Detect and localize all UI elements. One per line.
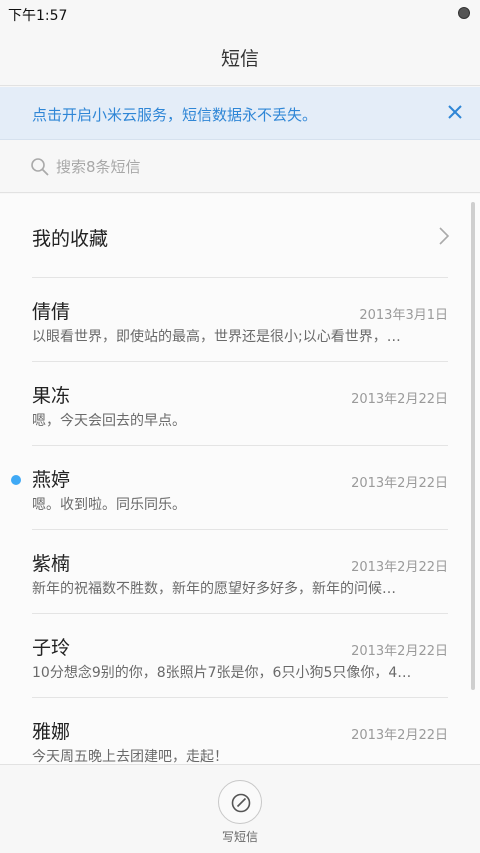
title-bar: 短信 bbox=[0, 26, 480, 86]
search-bar bbox=[0, 141, 480, 193]
chevron-right-icon bbox=[439, 227, 450, 245]
bottom-bar: 写短信 bbox=[0, 764, 480, 853]
search-icon bbox=[31, 158, 49, 176]
compose-button[interactable] bbox=[218, 780, 262, 824]
contact-name: 雅娜 bbox=[32, 721, 71, 743]
contact-name: 子玲 bbox=[32, 637, 71, 659]
message-date: 2013年2月22日 bbox=[351, 476, 448, 491]
conversation-row[interactable]: 雅娜 2013年2月22日 今天周五晚上去团建吧，走起！ bbox=[0, 698, 480, 764]
message-date: 2013年2月22日 bbox=[351, 392, 448, 407]
message-preview: 以眼看世界，即使站的最高，世界还是很小;以心看世界，… bbox=[32, 329, 401, 345]
status-bar: 下午1:57 bbox=[0, 0, 480, 26]
message-date: 2013年2月22日 bbox=[351, 644, 448, 659]
contact-name: 燕婷 bbox=[32, 469, 71, 491]
conversation-row[interactable]: 燕婷 2013年2月22日 嗯。收到啦。同乐同乐。 bbox=[0, 446, 480, 530]
compose-label[interactable]: 写短信 bbox=[0, 828, 480, 845]
status-time: 下午1:57 bbox=[8, 8, 68, 24]
message-date: 2013年2月22日 bbox=[351, 728, 448, 743]
status-indicator-icon bbox=[458, 7, 470, 19]
message-date: 2013年3月1日 bbox=[359, 308, 448, 323]
favorites-label: 我的收藏 bbox=[32, 228, 109, 250]
message-date: 2013年2月22日 bbox=[351, 560, 448, 575]
message-preview: 新年的祝福数不胜数，新年的愿望好多好多，新年的问候… bbox=[32, 581, 396, 597]
compose-icon bbox=[231, 793, 251, 813]
contact-name: 紫楠 bbox=[32, 553, 71, 575]
conversation-row[interactable]: 果冻 2013年2月22日 嗯，今天会回去的早点。 bbox=[0, 362, 480, 446]
conversation-row[interactable]: 紫楠 2013年2月22日 新年的祝福数不胜数，新年的愿望好多好多，新年的问候… bbox=[0, 530, 480, 614]
message-preview: 10分想念9别的你，8张照片7张是你，6只小狗5只像你，4… bbox=[32, 665, 412, 681]
conversation-row[interactable]: 子玲 2013年2月22日 10分想念9别的你，8张照片7张是你，6只小狗5只像… bbox=[0, 614, 480, 698]
message-preview: 嗯，今天会回去的早点。 bbox=[32, 413, 186, 429]
contact-name: 果冻 bbox=[32, 385, 71, 407]
cloud-service-banner[interactable]: 点击开启小米云服务，短信数据永不丢失。 bbox=[0, 87, 480, 140]
page-title: 短信 bbox=[220, 48, 259, 70]
search-input[interactable] bbox=[56, 154, 436, 180]
conversation-list[interactable]: 我的收藏 倩倩 2013年3月1日 以眼看世界，即使站的最高，世界还是很小;以心… bbox=[0, 194, 480, 764]
message-preview: 今天周五晚上去团建吧，走起！ bbox=[32, 749, 228, 764]
message-preview: 嗯。收到啦。同乐同乐。 bbox=[32, 497, 186, 513]
conversation-row[interactable]: 倩倩 2013年3月1日 以眼看世界，即使站的最高，世界还是很小;以心看世界，… bbox=[0, 278, 480, 362]
scrollbar[interactable] bbox=[471, 202, 475, 690]
favorites-item[interactable]: 我的收藏 bbox=[0, 194, 480, 277]
close-icon[interactable] bbox=[446, 103, 464, 121]
contact-name: 倩倩 bbox=[32, 301, 71, 323]
banner-text[interactable]: 点击开启小米云服务，短信数据永不丢失。 bbox=[32, 104, 317, 125]
unread-indicator-icon bbox=[11, 475, 21, 485]
